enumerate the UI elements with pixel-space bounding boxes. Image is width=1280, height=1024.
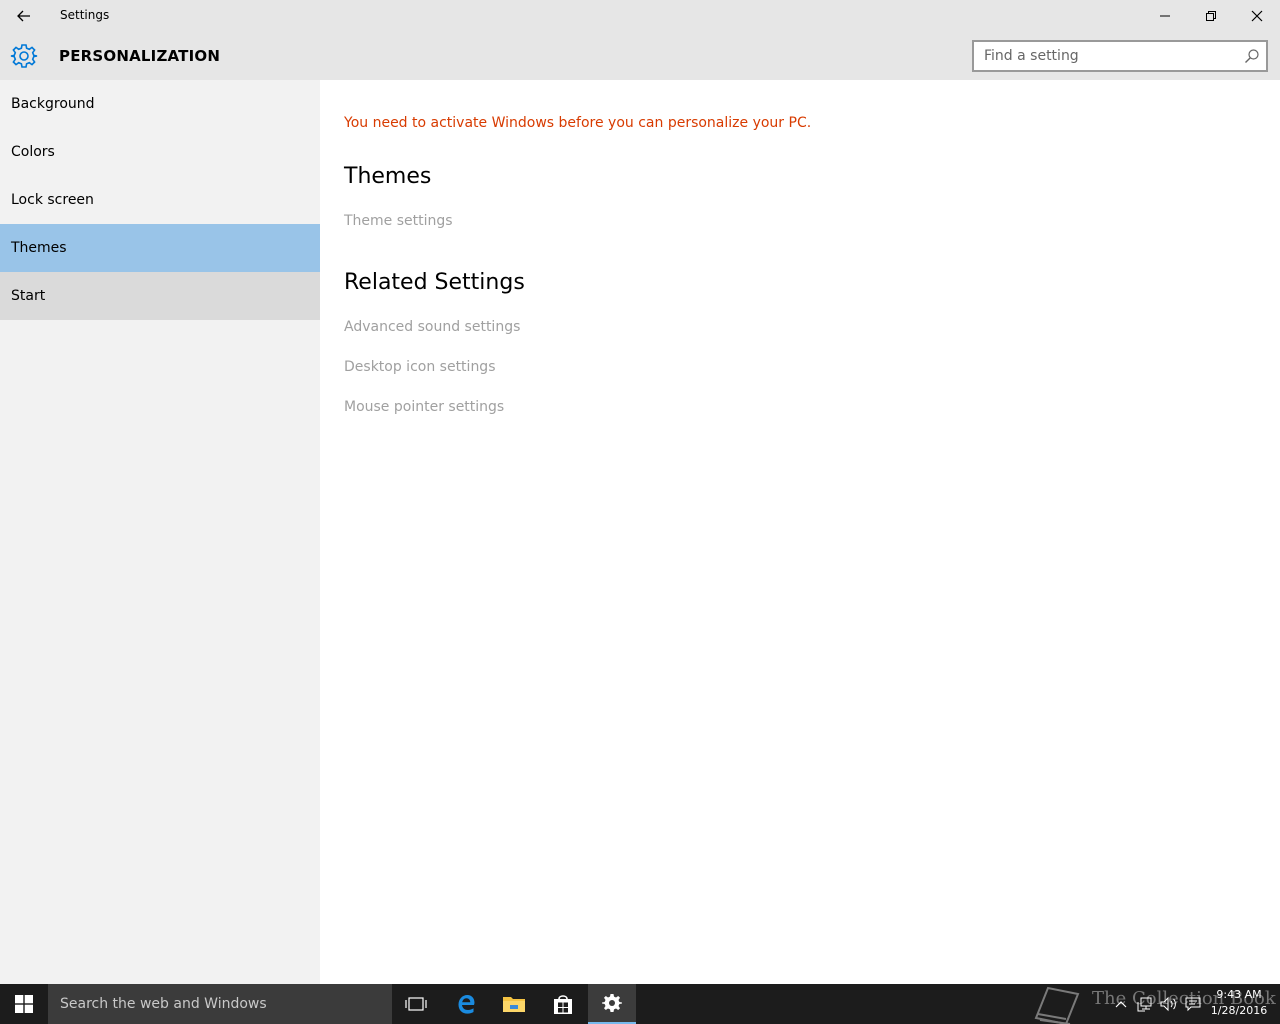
volume-icon: [1160, 996, 1176, 1012]
minimize-button[interactable]: [1142, 0, 1188, 32]
back-button[interactable]: [0, 0, 48, 32]
store-button[interactable]: [539, 984, 587, 1024]
sidebar-item-label: Themes: [11, 240, 67, 256]
file-explorer-button[interactable]: [490, 984, 538, 1024]
clock-date: 1/28/2016: [1210, 1004, 1268, 1017]
taskbar: The Collection Book 9:43 AM 1/28/2016: [0, 984, 1280, 1024]
volume-tray-button[interactable]: [1158, 984, 1180, 1024]
sidebar-item-label: Lock screen: [11, 192, 94, 208]
gear-icon: [10, 44, 38, 68]
desktop-icon-settings-link[interactable]: Desktop icon settings: [344, 359, 496, 375]
start-button[interactable]: [0, 984, 48, 1024]
activation-warning: You need to activate Windows before you …: [344, 115, 812, 131]
search-icon[interactable]: [1244, 48, 1260, 64]
minimize-icon: [1160, 15, 1170, 17]
store-icon: [554, 995, 572, 1014]
clock-time: 9:43 AM: [1216, 988, 1262, 1001]
sidebar-item-themes[interactable]: Themes: [0, 224, 320, 272]
notification-icon: [1185, 997, 1201, 1012]
back-arrow-icon: [17, 10, 30, 22]
sidebar-item-start[interactable]: Start: [0, 272, 320, 320]
main-content: You need to activate Windows before you …: [320, 80, 1280, 984]
window-title: Settings: [60, 8, 110, 22]
task-view-button[interactable]: [392, 984, 440, 1024]
network-tray-button[interactable]: [1134, 984, 1156, 1024]
sidebar-item-colors[interactable]: Colors: [0, 128, 320, 176]
network-icon: [1137, 997, 1152, 1012]
sidebar: Background Colors Lock screen Themes Sta…: [0, 80, 320, 984]
edge-icon: [458, 995, 475, 1014]
action-center-button[interactable]: [1182, 984, 1204, 1024]
settings-header: PERSONALIZATION: [0, 32, 1280, 80]
page-title: PERSONALIZATION: [59, 47, 221, 65]
sidebar-item-label: Start: [11, 288, 46, 304]
search-input[interactable]: [974, 42, 1234, 70]
book-logo-icon: [1034, 986, 1080, 1024]
folder-icon: [503, 997, 525, 1012]
close-icon: [1251, 10, 1263, 22]
advanced-sound-settings-link[interactable]: Advanced sound settings: [344, 319, 520, 335]
settings-gear-icon: [602, 994, 622, 1012]
windows-logo-icon: [15, 995, 33, 1013]
clock[interactable]: 9:43 AM 1/28/2016: [1206, 987, 1272, 1019]
sidebar-item-background[interactable]: Background: [0, 80, 320, 128]
task-view-icon: [405, 997, 427, 1011]
find-setting-search[interactable]: [972, 40, 1268, 72]
title-bar: Settings: [0, 0, 1280, 32]
related-settings-heading: Related Settings: [344, 270, 525, 295]
sidebar-item-label: Colors: [11, 144, 55, 160]
sidebar-item-label: Background: [11, 96, 95, 112]
restore-icon: [1206, 11, 1216, 21]
sidebar-item-lock-screen[interactable]: Lock screen: [0, 176, 320, 224]
themes-heading: Themes: [344, 164, 432, 189]
chevron-up-icon: [1115, 1001, 1127, 1008]
mouse-pointer-settings-link[interactable]: Mouse pointer settings: [344, 399, 504, 415]
restore-button[interactable]: [1188, 0, 1234, 32]
show-hidden-icons-button[interactable]: [1110, 984, 1132, 1024]
settings-taskbar-button[interactable]: [588, 984, 636, 1024]
close-button[interactable]: [1234, 0, 1280, 32]
theme-settings-link[interactable]: Theme settings: [344, 213, 453, 229]
edge-button[interactable]: [442, 984, 490, 1024]
taskbar-search[interactable]: [48, 984, 392, 1024]
taskbar-search-input[interactable]: [48, 984, 392, 1024]
